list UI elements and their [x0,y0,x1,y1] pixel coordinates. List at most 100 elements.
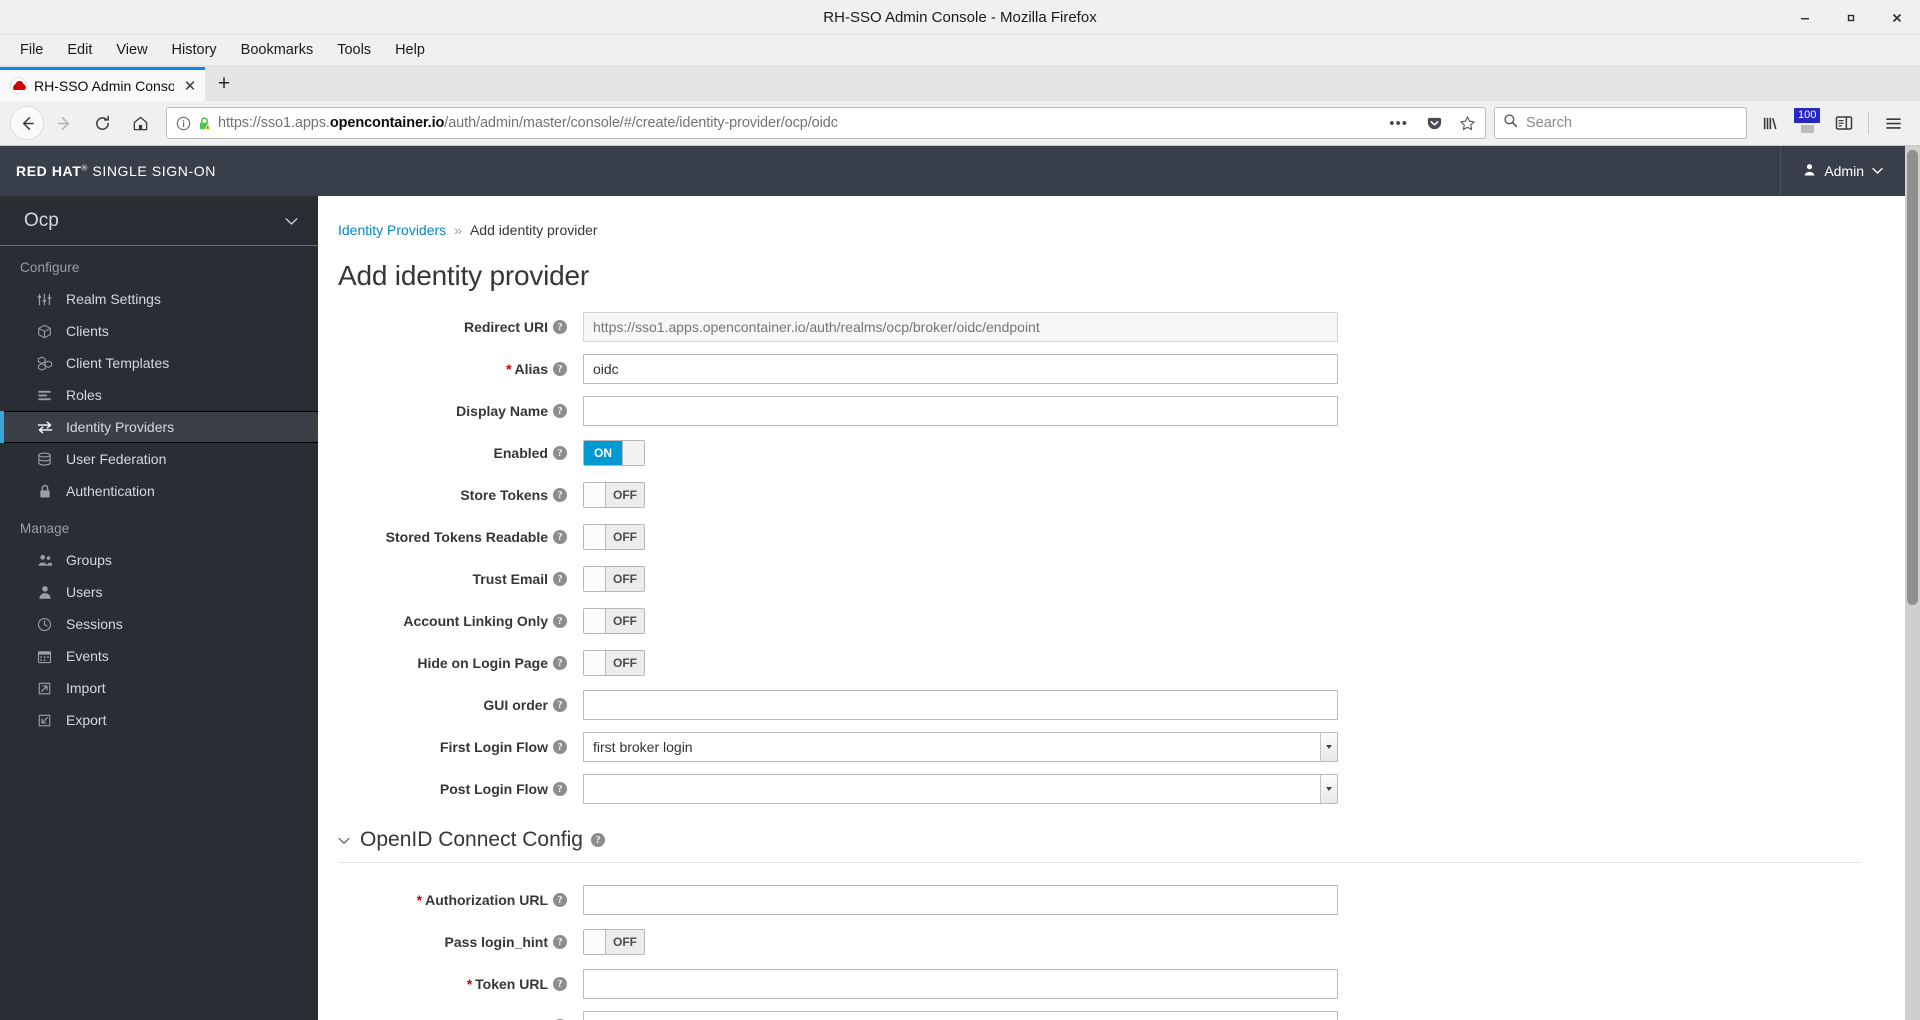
sidebar-item-realm-settings[interactable]: Realm Settings [0,283,318,315]
menu-bookmarks[interactable]: Bookmarks [229,38,326,62]
sidebar-toggle-icon[interactable] [1827,106,1861,140]
tab-rh-sso-admin-console[interactable]: RH-SSO Admin Console ✕ [0,67,205,101]
sidebar-item-label: Users [66,584,103,600]
menu-view[interactable]: View [104,38,159,62]
help-icon[interactable]: ? [553,530,567,544]
account-linking-only-toggle[interactable]: OFF [583,608,645,634]
exchange-icon [36,420,53,435]
sidebar-item-client-templates[interactable]: Client Templates [0,347,318,379]
sidebar-item-user-federation[interactable]: User Federation [0,443,318,475]
label-enabled: Enabled ? [338,445,583,461]
help-icon[interactable]: ? [553,656,567,670]
gui-order-input[interactable] [583,690,1338,720]
page-scrollbar-thumb[interactable] [1907,150,1918,605]
sidebar-item-groups[interactable]: Groups [0,544,318,576]
stored-tokens-readable-toggle[interactable]: OFF [583,524,645,550]
hide-on-login-page-toggle[interactable]: OFF [583,650,645,676]
sidebar-item-events[interactable]: Events [0,640,318,672]
home-button[interactable] [122,105,158,141]
list-icon [36,388,53,403]
insecure-lock-icon[interactable] [197,116,212,131]
alias-input[interactable] [583,354,1338,384]
realm-name: Ocp [24,209,59,231]
reload-button[interactable] [84,105,120,141]
address-bar[interactable]: https://sso1.apps.opencontainer.io/auth/… [166,107,1486,139]
bookmark-star-icon[interactable] [1454,115,1481,132]
help-icon[interactable]: ? [553,488,567,502]
search-icon [1503,113,1518,133]
chevron-down-icon [1872,167,1883,175]
trust-email-toggle[interactable]: OFF [583,566,645,592]
form-row-token-url: * Token URL ? [338,967,1880,1001]
page-actions-icon[interactable]: ••• [1382,115,1415,132]
help-icon[interactable]: ? [553,614,567,628]
library-icon[interactable] [1753,106,1787,140]
help-icon[interactable]: ? [553,977,567,991]
lock-icon [36,484,53,499]
first-login-flow-select[interactable]: first broker login [583,732,1338,762]
hamburger-menu-icon[interactable] [1876,106,1910,140]
sidebar-item-label: Roles [66,387,102,403]
help-icon[interactable]: ? [553,698,567,712]
menu-file[interactable]: File [8,38,55,62]
help-icon[interactable]: ? [553,740,567,754]
help-icon[interactable]: ? [553,320,567,334]
logout-url-input[interactable] [583,1011,1338,1020]
help-icon[interactable]: ? [553,935,567,949]
menu-tools[interactable]: Tools [325,38,383,62]
form-row-trust-email: Trust Email ? OFF [338,562,1880,596]
minimize-button[interactable] [1782,0,1828,35]
sidebar-item-clients[interactable]: Clients [0,315,318,347]
tab-close-icon[interactable]: ✕ [181,77,199,95]
user-menu[interactable]: Admin [1780,146,1905,196]
form-row-post-login-flow: Post Login Flow ? [338,772,1880,806]
form-row-store-tokens: Store Tokens ? OFF [338,478,1880,512]
help-icon[interactable]: ? [553,893,567,907]
enabled-toggle[interactable]: ON [583,440,645,466]
sidebar-item-users[interactable]: Users [0,576,318,608]
sidebar-item-label: Identity Providers [66,419,175,435]
toggle-on-label: ON [584,441,622,465]
authorization-url-input[interactable] [583,885,1338,915]
page-scrollbar[interactable] [1905,146,1920,1020]
label-hide-on-login-page: Hide on Login Page ? [338,655,583,671]
url-text: https://sso1.apps.opencontainer.io/auth/… [218,115,838,131]
downloads-indicator[interactable]: 100 [1790,106,1824,140]
help-icon[interactable]: ? [553,446,567,460]
page-info-icon[interactable] [176,116,191,131]
sidebar-item-sessions[interactable]: Sessions [0,608,318,640]
help-icon[interactable]: ? [553,572,567,586]
menu-history[interactable]: History [160,38,229,62]
menubar: File Edit View History Bookmarks Tools H… [0,35,1920,66]
display-name-input[interactable] [583,396,1338,426]
toggle-handle [584,483,606,507]
user-icon [36,585,53,600]
menu-edit[interactable]: Edit [55,38,104,62]
new-tab-button[interactable]: + [205,67,243,101]
maximize-button[interactable] [1828,0,1874,35]
back-button[interactable] [10,106,44,140]
token-url-input[interactable] [583,969,1338,999]
search-bar[interactable]: Search [1494,107,1747,139]
label-stored-tokens-readable: Stored Tokens Readable ? [338,529,583,545]
help-icon[interactable]: ? [553,404,567,418]
breadcrumb-identity-providers-link[interactable]: Identity Providers [338,222,446,238]
pass-login-hint-toggle[interactable]: OFF [583,929,645,955]
post-login-flow-select[interactable] [583,774,1338,804]
help-icon[interactable]: ? [553,782,567,796]
form-row-hide-on-login-page: Hide on Login Page ? OFF [338,646,1880,680]
sidebar-item-authentication[interactable]: Authentication [0,475,318,507]
sidebar-item-identity-providers[interactable]: Identity Providers [0,411,318,443]
sidebar-item-label: Clients [66,323,109,339]
sidebar-item-roles[interactable]: Roles [0,379,318,411]
menu-help[interactable]: Help [383,38,437,62]
realm-selector[interactable]: Ocp [0,196,318,246]
sidebar-item-export[interactable]: Export [0,704,318,736]
help-icon[interactable]: ? [590,833,605,847]
sidebar-item-import[interactable]: Import [0,672,318,704]
openid-connect-config-header[interactable]: OpenID Connect Config ? [338,828,1880,862]
close-button[interactable] [1874,0,1920,35]
pocket-icon[interactable] [1421,115,1448,132]
store-tokens-toggle[interactable]: OFF [583,482,645,508]
help-icon[interactable]: ? [553,362,567,376]
